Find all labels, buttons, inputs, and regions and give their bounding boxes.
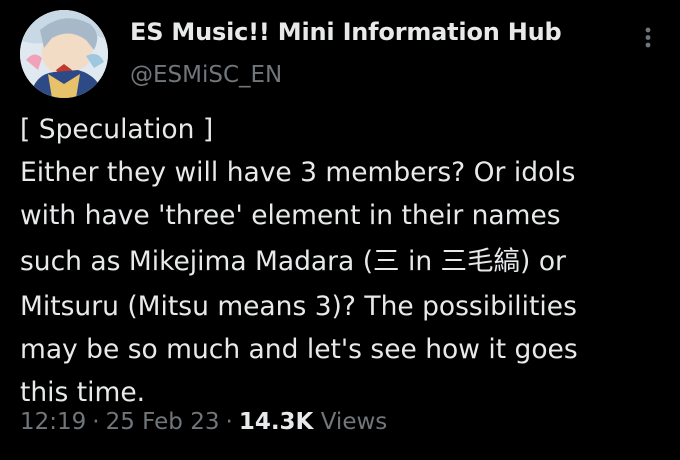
views-label: Views bbox=[320, 409, 388, 435]
tweet-date[interactable]: 25 Feb 23 bbox=[106, 409, 220, 435]
tweet: ES Music!! Mini Information Hub @ESMiSC_… bbox=[0, 0, 680, 460]
more-vertical-icon[interactable] bbox=[636, 22, 660, 52]
tweet-text-line: [ Speculation ] bbox=[20, 114, 214, 145]
avatar-image bbox=[20, 10, 108, 98]
tweet-text: [ Speculation ] Either they will have 3 … bbox=[20, 108, 670, 414]
tweet-time[interactable]: 12:19 bbox=[20, 409, 86, 435]
tweet-text-line: with have 'three' element in their names bbox=[20, 200, 561, 231]
tweet-text-line: Mitsuru (Mitsu means 3)? The possibiliti… bbox=[20, 291, 577, 322]
tweet-text-line: Either they will have 3 members? Or idol… bbox=[20, 157, 576, 188]
tweet-text-line: may be so much and let's see how it goes bbox=[20, 334, 578, 365]
author-display-name[interactable]: ES Music!! Mini Information Hub bbox=[130, 18, 562, 46]
tweet-text-line: such as Mikejima Madara (三 in 三毛縞) or bbox=[20, 246, 566, 277]
separator-dot: · bbox=[92, 409, 100, 435]
tweet-text-line: this time. bbox=[20, 377, 146, 408]
avatar[interactable] bbox=[20, 10, 108, 98]
separator-dot: · bbox=[225, 409, 233, 435]
author-handle[interactable]: @ESMiSC_EN bbox=[130, 62, 282, 88]
tweet-metadata: 12:19 · 25 Feb 23 · 14.3K Views bbox=[20, 409, 387, 435]
views-count: 14.3K bbox=[238, 409, 314, 435]
